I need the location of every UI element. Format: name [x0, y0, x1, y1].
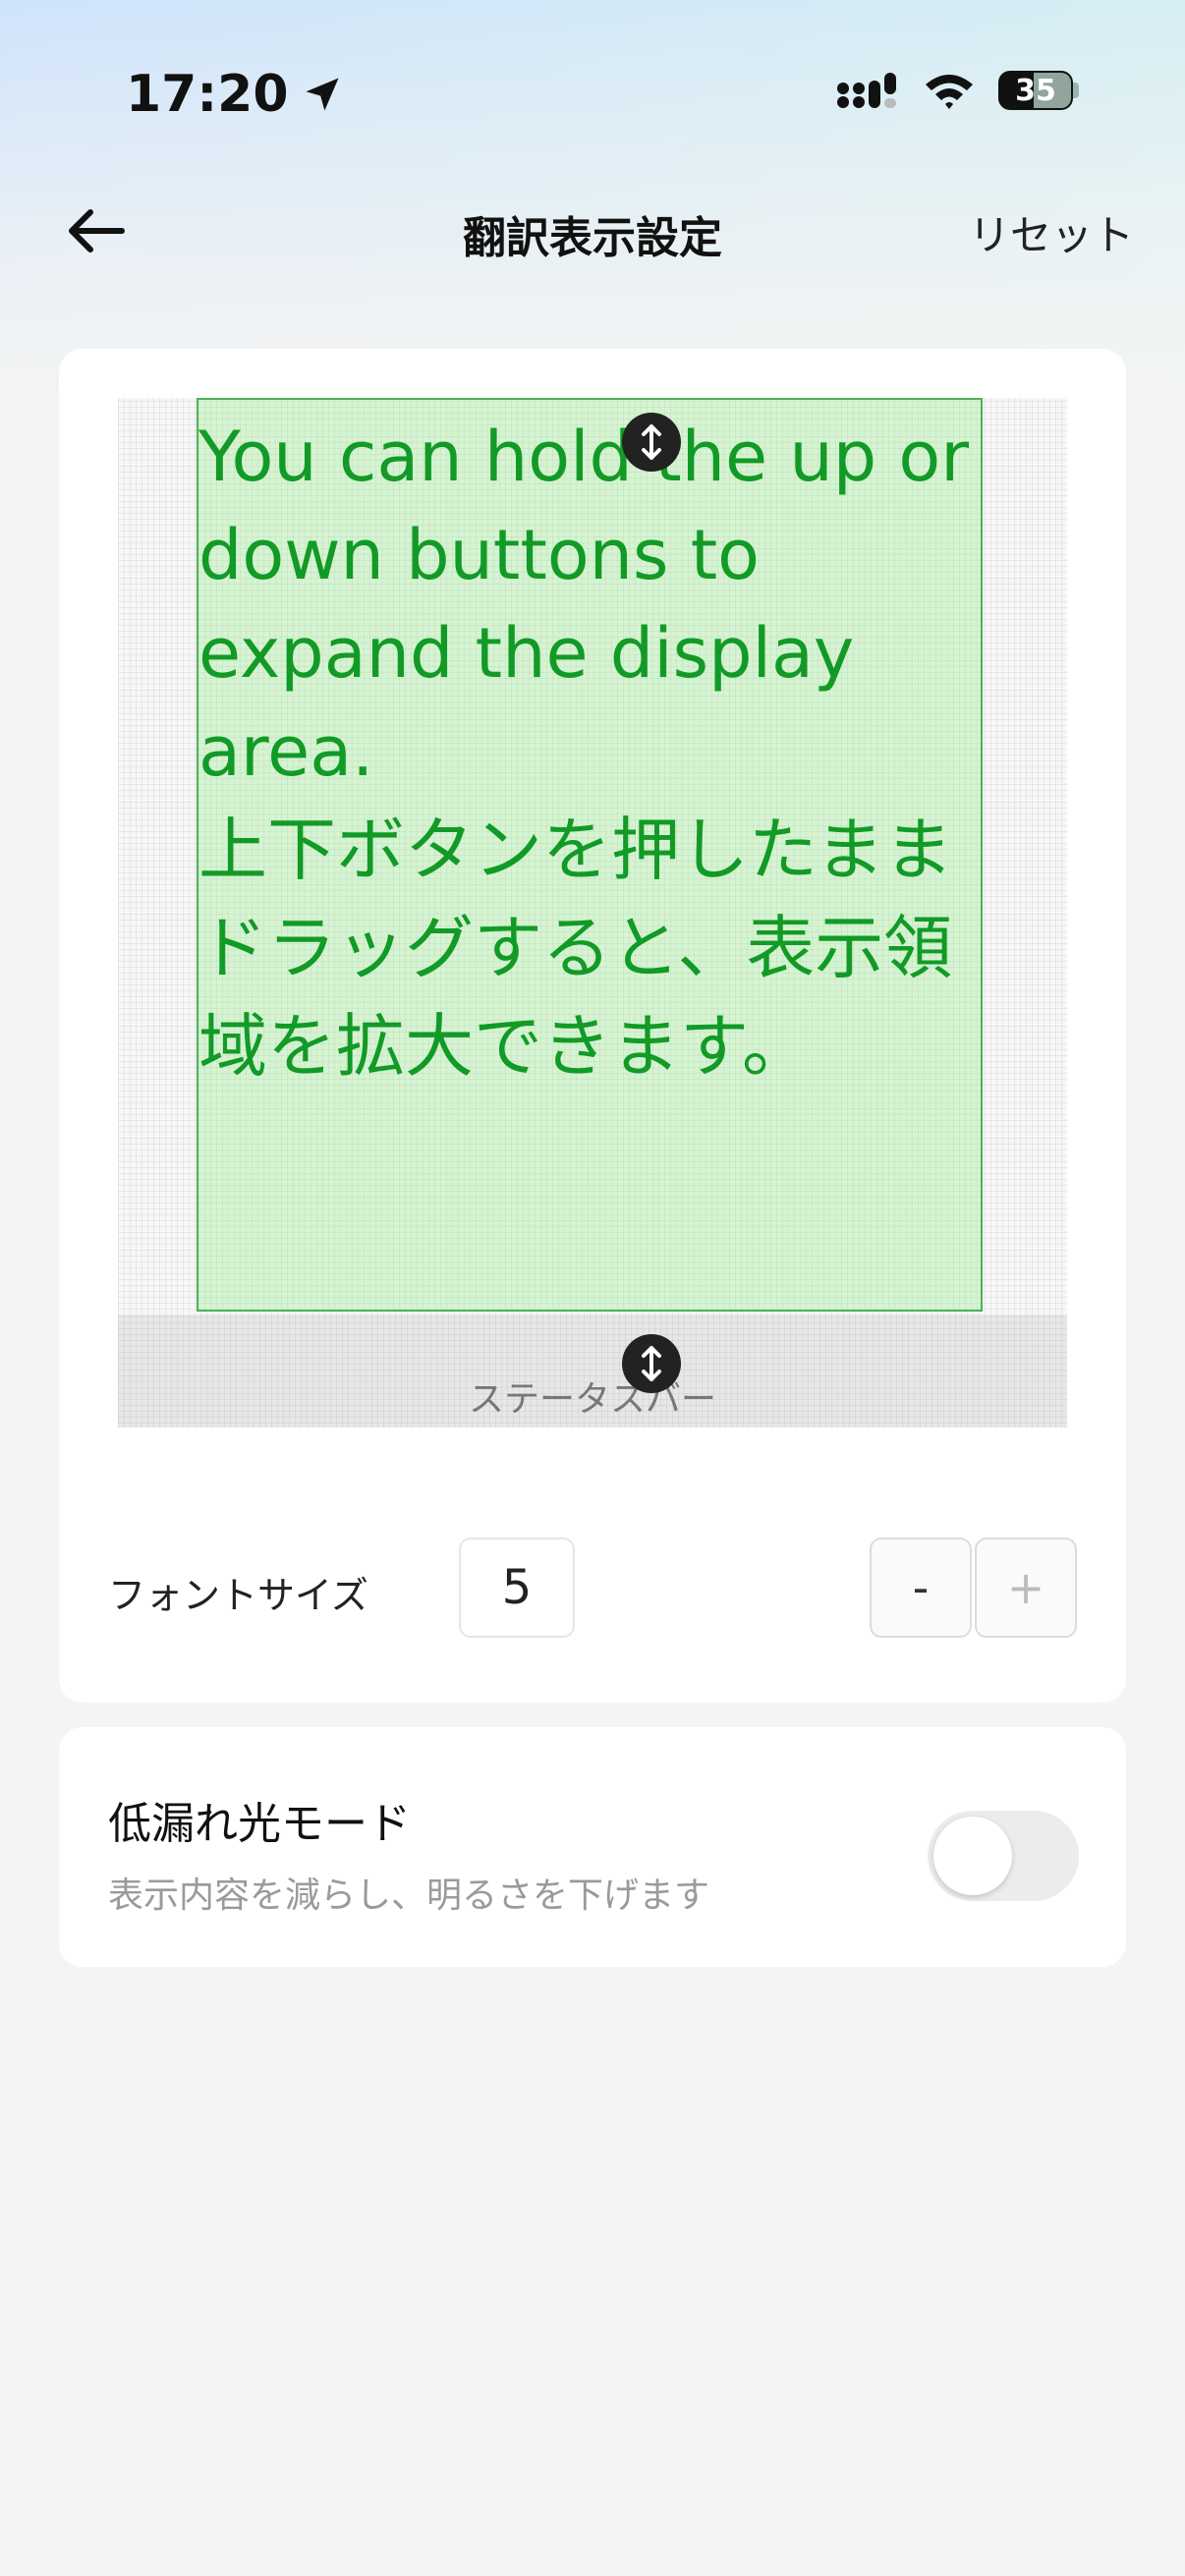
font-size-label: フォントサイズ — [108, 1574, 368, 1617]
display-area[interactable]: You can hold the up or down buttons to e… — [197, 398, 983, 1312]
battery-indicator: 35 — [998, 71, 1079, 110]
status-time-text: 17:20 — [126, 65, 289, 124]
low-leak-mode-card: 低漏れ光モード 表示内容を減らし、明るさを下げます — [59, 1727, 1126, 1967]
font-size-decrease-button[interactable]: - — [870, 1538, 972, 1638]
vertical-resize-icon — [642, 424, 661, 460]
toggle-knob — [933, 1817, 1012, 1895]
cellular-signal-icon — [837, 73, 896, 108]
status-bar-label: ステータスバー — [468, 1379, 716, 1420]
low-leak-mode-description: 表示内容を減らし、明るさを下げます — [108, 1876, 710, 1916]
font-size-value: 5 — [459, 1538, 575, 1638]
preview-area: You can hold the up or down buttons to e… — [118, 398, 1067, 1428]
resize-handle-top[interactable] — [622, 413, 681, 472]
battery-icon: 35 — [998, 71, 1073, 110]
location-arrow-icon — [306, 78, 339, 111]
vertical-resize-icon — [642, 1346, 661, 1381]
display-text: You can hold the up or down buttons to e… — [198, 417, 970, 1087]
reset-button[interactable]: リセット — [969, 202, 1134, 262]
font-size-row: フォントサイズ 5 - + — [108, 1538, 1091, 1640]
status-icons: 35 — [837, 71, 1079, 110]
low-leak-mode-title: 低漏れ光モード — [108, 1799, 411, 1849]
status-time: 17:20 — [126, 65, 344, 124]
display-settings-card: You can hold the up or down buttons to e… — [59, 349, 1126, 1703]
battery-level: 35 — [1015, 73, 1056, 108]
low-leak-mode-toggle[interactable] — [928, 1811, 1079, 1901]
resize-handle-bottom[interactable] — [622, 1334, 681, 1393]
font-size-increase-button[interactable]: + — [975, 1538, 1077, 1638]
status-bar-area: ステータスバー — [118, 1316, 1067, 1428]
wifi-icon — [926, 75, 973, 109]
